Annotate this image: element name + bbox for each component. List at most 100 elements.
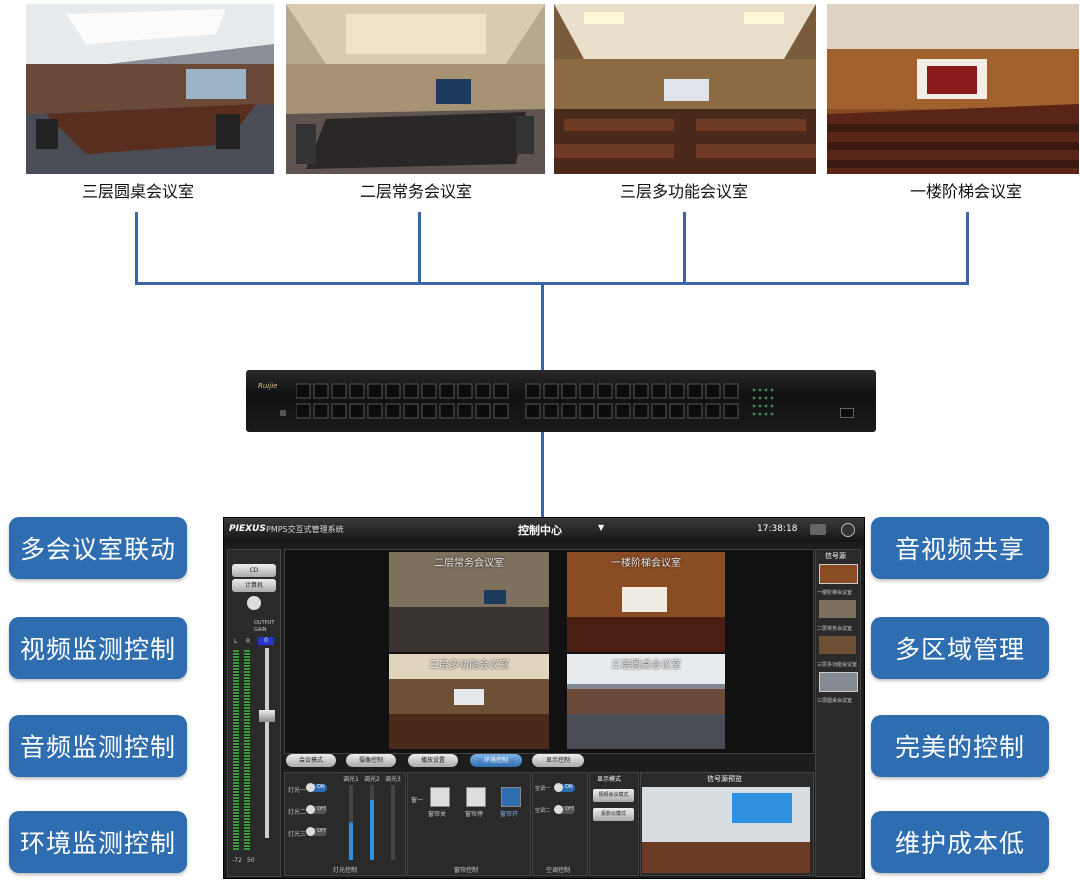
camera-label: 一楼阶梯会议室	[611, 558, 681, 569]
feature-low-maintenance[interactable]: 维护成本低	[871, 811, 1049, 873]
mode-button-camera[interactable]: 摄像控制	[346, 754, 396, 767]
camera-label: 三层圆桌会议室	[611, 660, 681, 671]
speaker-icon[interactable]	[247, 596, 261, 610]
meter-l-label: L	[234, 638, 238, 645]
light-control-panel: 灯光一 ON 灯光二 OFF 灯光三 OFF 调光1 调光2 调光3 灯光控制	[284, 772, 406, 876]
room-photo-multifunction	[554, 4, 816, 174]
connector-line	[418, 212, 421, 285]
gain-slider-handle[interactable]	[259, 710, 275, 722]
output-gain-label: OUTPUT GAIN	[254, 620, 275, 633]
connector-line	[683, 212, 686, 285]
section-label: 窗帘控制	[454, 867, 479, 874]
ac-label: 空调二	[535, 808, 551, 814]
connector-line	[541, 282, 544, 370]
camera-label: 二层常务会议室	[434, 558, 504, 569]
system-name: PMPS交互式管理系统	[266, 525, 344, 534]
power-icon[interactable]	[841, 523, 855, 537]
signal-preview-panel: 信号源预览	[640, 772, 814, 876]
curtain-item-label: 窗帘停	[465, 811, 484, 818]
ac-toggle-2[interactable]: OFF	[554, 805, 575, 814]
light-toggle-1[interactable]: ON	[306, 783, 327, 792]
camera-view-round-table[interactable]: 三层圆桌会议室	[567, 654, 725, 749]
level-meter-left	[233, 650, 239, 850]
dimmer-label: 调光3	[385, 776, 401, 783]
section-label: 灯光控制	[333, 867, 358, 874]
source-thumb[interactable]	[819, 600, 856, 618]
app-logo: PIEXUS	[229, 524, 266, 534]
light-toggle-3[interactable]: OFF	[306, 827, 327, 836]
center-title[interactable]: 控制中心	[518, 522, 562, 538]
signal-source-title: 信号源	[825, 552, 846, 560]
dimmer-slider-2[interactable]	[370, 785, 374, 860]
connector-line	[541, 432, 544, 518]
curtain-item-label: 窗帘开	[500, 811, 519, 818]
control-screen: PIEXUS PMPS交互式管理系统 控制中心 ▼ 17:38:18 CD 计算…	[223, 517, 865, 879]
preview-title: 信号源预览	[707, 775, 742, 783]
curtain-close-button[interactable]	[430, 787, 450, 807]
feature-av-sharing[interactable]: 音视频共享	[871, 517, 1049, 579]
light-toggle-2[interactable]: OFF	[306, 805, 327, 814]
network-switch: Ruijie	[246, 370, 876, 432]
source-thumb[interactable]	[819, 672, 858, 692]
source-item-label[interactable]: 三层圆桌会议室	[817, 697, 852, 704]
feature-audio-monitoring[interactable]: 音频监测控制	[9, 715, 187, 777]
clock-time: 17:38:18	[757, 524, 798, 534]
connector-line	[966, 212, 969, 285]
feature-perfect-control[interactable]: 完美的控制	[871, 715, 1049, 777]
display-mode-title: 显示模式	[597, 776, 622, 783]
console-port	[840, 408, 854, 418]
dimmer-slider-3[interactable]	[391, 785, 395, 860]
chevron-down-icon[interactable]: ▼	[598, 523, 604, 532]
gain-value: 0	[258, 637, 274, 645]
audio-panel: CD 计算机 OUTPUT GAIN L R 0 -72 50	[227, 549, 281, 877]
preview-image	[642, 787, 810, 873]
camera-label: 三层多功能会议室	[429, 660, 509, 671]
switch-brand: Ruijie	[258, 382, 278, 390]
display-mode-video-conference[interactable]: 视频会议模式	[593, 789, 634, 802]
room-photo-executive	[286, 4, 545, 174]
light-label: 灯光二	[288, 809, 307, 816]
gain-slider-track[interactable]	[265, 648, 269, 838]
curtain-open-button[interactable]	[501, 787, 521, 807]
mode-button-display[interactable]: 显示控制	[532, 754, 584, 767]
dimmer-label: 调光1	[343, 776, 359, 783]
top-bar: PIEXUS PMPS交互式管理系统 控制中心 ▼ 17:38:18	[224, 518, 864, 542]
ac-control-panel: 空调一 ON 空调二 OFF 空调控制	[532, 772, 588, 876]
audio-source-select-1[interactable]: CD	[232, 564, 276, 577]
curtain-stop-button[interactable]	[466, 787, 486, 807]
camera-view-executive[interactable]: 二层常务会议室	[389, 552, 549, 652]
feature-multi-zone[interactable]: 多区域管理	[871, 617, 1049, 679]
display-mode-projector[interactable]: 投影仪模式	[593, 808, 634, 821]
dimmer-label: 调光2	[364, 776, 380, 783]
source-thumb[interactable]	[819, 636, 856, 654]
mode-button-playback[interactable]: 播放设置	[408, 754, 458, 767]
curtain-row-label: 窗一	[411, 797, 424, 804]
feature-multi-room-link[interactable]: 多会议室联动	[9, 517, 187, 579]
light-label: 灯光一	[288, 787, 307, 794]
signal-source-panel: 信号源 一楼阶梯会议室 二层常务会议室 三层多功能会议室 三层圆桌会议室	[815, 549, 861, 877]
meter-min: -72	[232, 857, 242, 864]
source-item-label[interactable]: 二层常务会议室	[817, 625, 852, 632]
camera-icon[interactable]	[810, 524, 826, 535]
reset-button	[280, 410, 286, 416]
ethernet-ports	[296, 383, 774, 419]
mode-button-environment[interactable]: 环境控制	[470, 754, 522, 767]
feature-video-monitoring[interactable]: 视频监测控制	[9, 617, 187, 679]
room-photo-round-table	[26, 4, 274, 174]
camera-view-auditorium[interactable]: 一楼阶梯会议室	[567, 552, 725, 652]
curtain-control-panel: 窗一 窗帘关 窗帘停 窗帘开 窗帘控制	[407, 772, 531, 876]
ac-label: 空调一	[535, 786, 551, 792]
mode-button-meeting[interactable]: 会议模式	[286, 754, 336, 767]
ac-toggle-1[interactable]: ON	[554, 783, 575, 792]
display-mode-panel: 显示模式 视频会议模式 投影仪模式	[589, 772, 639, 876]
room-label: 一楼阶梯会议室	[909, 182, 1022, 201]
dimmer-slider-1[interactable]	[349, 785, 353, 860]
source-item-label[interactable]: 三层多功能会议室	[817, 661, 857, 668]
room-label: 三层多功能会议室	[619, 182, 748, 201]
source-item-label[interactable]: 一楼阶梯会议室	[817, 589, 852, 596]
video-area: 二层常务会议室 一楼阶梯会议室 三层多功能会议室 三层圆桌会议室	[284, 549, 814, 754]
audio-source-select-2[interactable]: 计算机	[232, 579, 276, 592]
camera-view-multifunction[interactable]: 三层多功能会议室	[389, 654, 549, 749]
source-thumb[interactable]	[819, 564, 858, 584]
feature-environment-monitoring[interactable]: 环境监测控制	[9, 811, 187, 873]
